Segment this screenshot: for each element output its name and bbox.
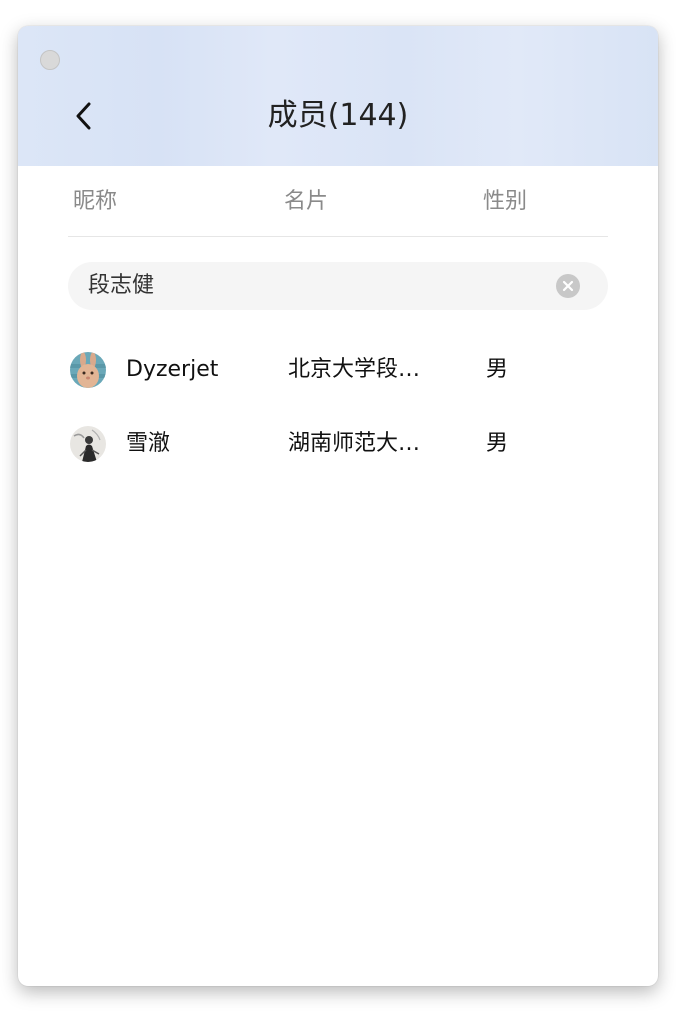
clear-circle-icon <box>562 280 574 292</box>
members-window: 成员(144) 昵称 名片 性别 段志健 Dyzerjet 北京大学段志健 男 … <box>18 26 658 986</box>
member-card: 湖南师范大学段志健 <box>288 431 438 456</box>
sort-tabs: 昵称 名片 性别 <box>68 182 608 237</box>
ink-figure-avatar-icon <box>70 426 106 462</box>
tab-nickname[interactable]: 昵称 <box>73 186 117 218</box>
header-bar: 成员(144) <box>18 26 658 166</box>
member-row[interactable]: Dyzerjet 北京大学段志健 男 <box>68 342 608 398</box>
member-card: 北京大学段志健 <box>288 357 438 382</box>
clear-search-button[interactable] <box>556 274 580 298</box>
search-input[interactable]: 段志健 <box>68 262 608 310</box>
window-close-button[interactable] <box>40 50 60 70</box>
rabbit-avatar-icon <box>70 352 106 388</box>
page-title: 成员(144) <box>267 98 409 133</box>
member-nickname: 雪澈 <box>126 431 171 456</box>
member-gender: 男 <box>486 357 509 382</box>
member-row[interactable]: 雪澈 湖南师范大学段志健 男 <box>68 416 608 472</box>
tab-card[interactable]: 名片 <box>284 186 328 218</box>
member-gender: 男 <box>486 431 509 456</box>
tab-gender[interactable]: 性别 <box>483 186 527 218</box>
member-nickname: Dyzerjet <box>126 357 219 382</box>
search-input-value[interactable]: 段志健 <box>88 262 154 310</box>
